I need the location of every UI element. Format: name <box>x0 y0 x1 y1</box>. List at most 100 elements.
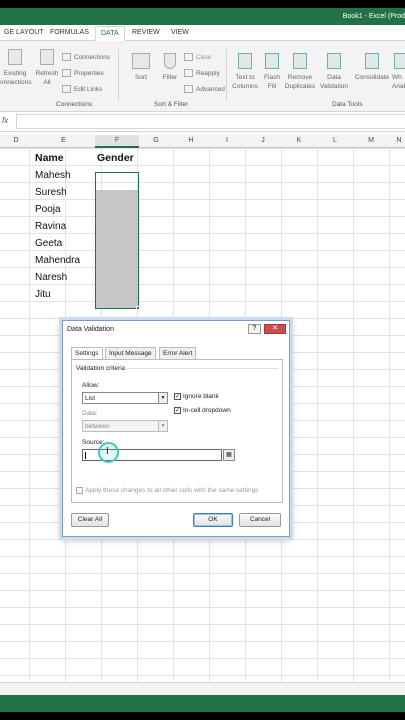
column-header-n[interactable]: N <box>389 137 405 144</box>
refresh-all-label: All <box>43 79 51 86</box>
cell-name[interactable]: Mahendra <box>35 255 80 266</box>
existing-connections-button[interactable]: Existing onnections <box>0 49 31 87</box>
cell-name[interactable]: Jitu <box>35 289 51 300</box>
fx-label: fx <box>2 116 9 125</box>
column-header-f[interactable]: F <box>95 135 139 148</box>
text-caret <box>85 452 86 459</box>
data-validation-button[interactable]: Data Validation <box>316 53 352 91</box>
formula-bar: fx <box>0 112 405 132</box>
allow-value: List <box>85 395 96 402</box>
remove-duplicates-button[interactable]: Remove Duplicates <box>284 53 316 91</box>
what-if-analysis-button[interactable]: Wh Anal <box>392 53 405 91</box>
help-button[interactable]: ? <box>248 324 261 334</box>
tab-formulas[interactable]: FORMULAS <box>46 28 93 37</box>
text-to-columns-button[interactable]: Text to Columns <box>230 53 260 91</box>
allow-select[interactable]: List ▼ <box>82 392 168 404</box>
status-bar <box>0 695 405 712</box>
column-headers: D E F G H I J K L M N <box>0 135 405 148</box>
properties-button[interactable]: Properties <box>62 69 104 78</box>
cell-name[interactable]: Mahesh <box>35 170 71 181</box>
ribbon-separator <box>226 49 227 101</box>
tab-view[interactable]: VIEW <box>167 28 193 37</box>
data-validation-dialog: Data Validation ? ✕ Settings Input Messa… <box>62 320 290 537</box>
refresh-all-button[interactable]: Refresh All <box>33 49 61 87</box>
what-if-icon <box>394 53 405 69</box>
data-value: between <box>85 423 110 430</box>
reapply-button[interactable]: Reapply <box>184 69 220 78</box>
consolidate-button[interactable]: Consolidate <box>352 53 392 82</box>
column-header-k[interactable]: K <box>281 137 317 144</box>
flash-fill-label-1: Flash <box>264 74 280 81</box>
column-header-i[interactable]: I <box>209 137 245 144</box>
what-if-label-1: Wh <box>392 74 402 81</box>
edit-links-button[interactable]: Edit Links <box>62 85 102 94</box>
ribbon-separator <box>118 49 119 101</box>
existing-connections-icon <box>8 49 22 65</box>
flash-fill-button[interactable]: Flash Fill <box>260 53 284 91</box>
apply-all-label: Apply these changes to all other cells w… <box>85 487 259 495</box>
allow-label: Allow: <box>82 382 100 389</box>
checkmark-icon: ✓ <box>174 407 181 414</box>
cell-name[interactable]: Suresh <box>35 187 67 198</box>
close-button[interactable]: ✕ <box>264 324 286 334</box>
ok-button[interactable]: OK <box>193 513 233 527</box>
cell-name[interactable]: Naresh <box>35 272 67 283</box>
column-header-h[interactable]: H <box>173 137 209 144</box>
in-cell-dropdown-checkbox[interactable]: ✓ In-cell dropdown <box>174 407 231 414</box>
data-validation-icon <box>327 53 341 69</box>
tab-input-message[interactable]: Input Message <box>105 347 156 359</box>
cell-name[interactable]: Ravina <box>35 221 66 232</box>
fill-handle[interactable] <box>136 306 140 310</box>
formula-input[interactable] <box>16 114 405 129</box>
connections-button[interactable]: Connections <box>62 53 110 62</box>
column-header-d[interactable]: D <box>0 137 32 144</box>
refresh-icon <box>40 49 54 65</box>
column-header-e[interactable]: E <box>32 137 95 144</box>
tab-data[interactable]: DATA <box>95 26 125 41</box>
consolidate-icon <box>365 53 379 69</box>
remove-duplicates-icon <box>293 53 307 69</box>
checkmark-icon: ✓ <box>174 393 181 400</box>
clear-all-button[interactable]: Clear All <box>71 513 109 527</box>
sheet-tabs-bar <box>0 682 405 695</box>
checkbox-box-icon <box>76 487 83 494</box>
text-to-columns-label-1: Text to <box>235 74 255 81</box>
clear-button[interactable]: Clear <box>184 53 212 62</box>
ribbon-tabs: GE LAYOUT FORMULAS DATA REVIEW VIEW <box>0 25 405 41</box>
advanced-button[interactable]: Advanced <box>184 85 225 94</box>
text-to-columns-icon <box>238 53 252 69</box>
column-header-j[interactable]: J <box>245 137 281 144</box>
remove-duplicates-label-1: Remove <box>287 74 313 81</box>
chevron-down-icon: ▼ <box>158 393 167 403</box>
tab-review[interactable]: REVIEW <box>128 28 164 37</box>
selected-range[interactable] <box>95 172 139 309</box>
group-data-tools-label: Data Tools <box>332 101 363 108</box>
data-label: Data: <box>82 410 98 417</box>
existing-connections-label-1: Existing <box>3 70 27 77</box>
ribbon: Existing onnections Refresh All Connecti… <box>0 41 405 112</box>
column-header-g[interactable]: G <box>139 137 173 144</box>
tab-error-alert[interactable]: Error Alert <box>159 347 197 359</box>
sort-icon <box>132 53 150 69</box>
validation-criteria-label: Validation criteria <box>76 365 126 372</box>
filter-button[interactable]: Filter <box>156 53 184 82</box>
sort-button[interactable]: Sort <box>128 53 154 82</box>
column-header-l[interactable]: L <box>317 137 353 144</box>
group-divider <box>124 368 278 369</box>
cell-name[interactable]: Pooja <box>35 204 61 215</box>
data-select[interactable]: between ▼ <box>82 420 168 432</box>
cell-name[interactable]: Geeta <box>35 238 62 249</box>
collapse-dialog-button[interactable]: ▦ <box>223 449 235 461</box>
in-cell-dropdown-label: In-cell dropdown <box>183 407 231 415</box>
remove-duplicates-label-2: Duplicates <box>284 83 316 90</box>
cancel-button[interactable]: Cancel <box>239 513 281 527</box>
apply-all-checkbox[interactable]: Apply these changes to all other cells w… <box>76 487 258 494</box>
tab-page-layout[interactable]: GE LAYOUT <box>0 28 48 37</box>
excel-window: Book1 - Excel (Prod GE LAYOUT FORMULAS D… <box>0 8 405 712</box>
column-header-m[interactable]: M <box>353 137 389 144</box>
cell-e-name-header[interactable]: Name <box>35 152 64 164</box>
window-title: Book1 - Excel (Prod <box>342 13 405 20</box>
ignore-blank-checkbox[interactable]: ✓ Ignore blank <box>174 393 219 400</box>
consolidate-label: Consolidate <box>354 74 390 81</box>
cell-f-gender-header[interactable]: Gender <box>97 152 134 164</box>
